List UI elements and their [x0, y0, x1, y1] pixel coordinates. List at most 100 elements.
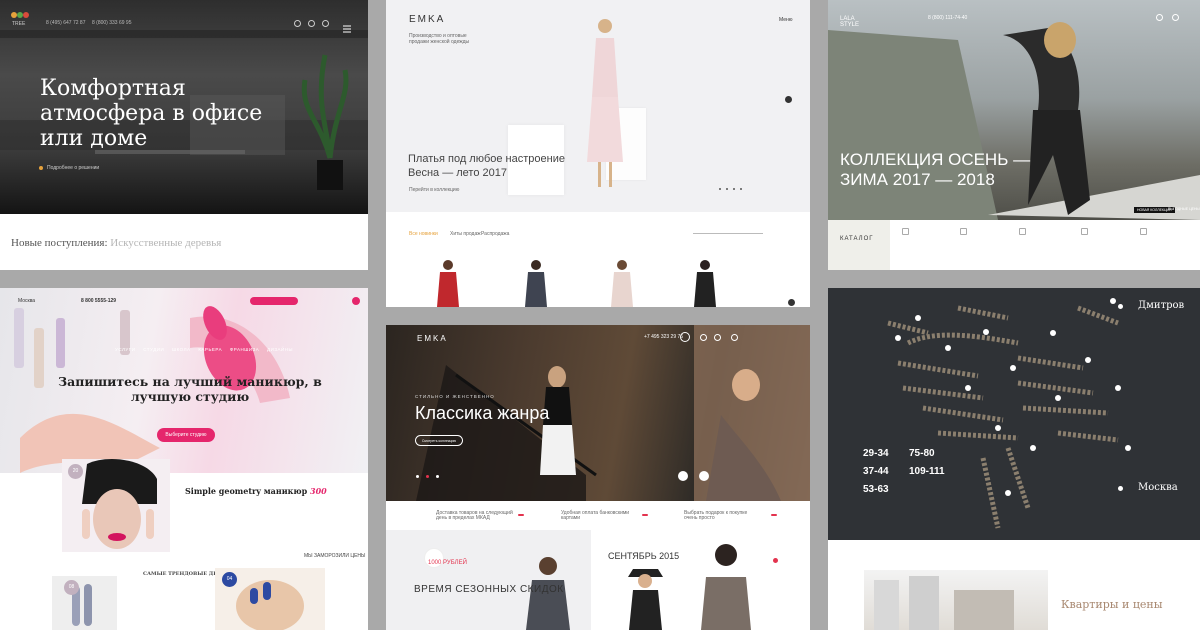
- geometry-name: Simple geometry маникюр: [185, 486, 308, 496]
- stat-value: 109-111: [909, 466, 945, 477]
- new-arrivals[interactable]: Новые поступления: Искусственные деревья: [11, 237, 221, 249]
- feature-icon: [1140, 228, 1147, 235]
- slider-dot[interactable]: [436, 475, 439, 478]
- sale-subtitle-text: 1000 РУБЛЕЙ: [428, 560, 467, 566]
- panel-office-trees: TREE 8 (495) 647 72 87 8 (800) 333 69 95…: [0, 0, 368, 270]
- menu-icon[interactable]: [343, 20, 351, 33]
- search-icon[interactable]: [294, 20, 301, 27]
- feature-icon: [902, 228, 909, 235]
- product-thumb[interactable]: [522, 258, 550, 307]
- tab-sale[interactable]: Распродажа: [481, 231, 509, 237]
- nav-dot[interactable]: [773, 558, 778, 563]
- carousel-line: [693, 233, 763, 234]
- hero-title: Комфортная атмосфера в офисе или доме: [40, 76, 263, 151]
- site-plan-map: [887, 298, 1131, 529]
- logo-text: TREE: [12, 21, 26, 27]
- feature-icon: [1081, 228, 1088, 235]
- product-thumb[interactable]: [691, 258, 719, 307]
- hero-subtitle: СТИЛЬНО И ЖЕНСТВЕННО: [415, 394, 495, 399]
- feature-gift: Выбрать подарок к покупке очень просто: [684, 510, 748, 521]
- feature-icon: [960, 228, 967, 235]
- choose-studio-button[interactable]: Выберите студию: [157, 428, 215, 442]
- september-title: СЕНТЯБРЬ 2015: [608, 551, 680, 561]
- user-icon[interactable]: [1156, 14, 1163, 21]
- product-thumb[interactable]: [434, 258, 462, 307]
- slider-dot[interactable]: [426, 475, 429, 478]
- stat-value: 75-80: [909, 448, 935, 459]
- tab-hits[interactable]: Хиты продаж: [450, 231, 481, 237]
- model-figure: [701, 544, 751, 630]
- cart-icon[interactable]: [352, 297, 360, 305]
- price-button[interactable]: ВЫГОДНЫЕ ЦЕНЫ: [1168, 207, 1200, 211]
- link-bullet-icon: [39, 166, 43, 170]
- feature-arrow-icon[interactable]: [771, 514, 777, 516]
- geometry-price: 300: [310, 486, 327, 496]
- lala-logo[interactable]: LALA STYLE: [840, 16, 859, 28]
- slider-dot[interactable]: [719, 188, 721, 190]
- cart-icon[interactable]: [1172, 14, 1179, 21]
- product-thumb[interactable]: [608, 258, 636, 307]
- heart-icon[interactable]: [731, 334, 738, 341]
- city-moscow[interactable]: Москва: [1138, 482, 1178, 493]
- tab-new[interactable]: Все новинки: [409, 231, 438, 237]
- catalog-block[interactable]: [828, 220, 890, 270]
- slider-dot[interactable]: [726, 188, 728, 190]
- stat-value: 37-44: [863, 466, 889, 477]
- tile-badge: 04: [222, 572, 237, 587]
- stat-value: 29-34: [863, 448, 889, 459]
- new-label: Новые поступления:: [11, 237, 108, 249]
- hero-link[interactable]: Перейти в коллекцию: [409, 187, 459, 193]
- panel-emka-classic: EMKA +7 495 323 29 76 СТИЛЬНО И ЖЕНСТВЕН…: [386, 325, 810, 630]
- panel-emka-dresses: EMKA Производство и оптовые продажи женс…: [386, 0, 810, 307]
- feature-icon: [1019, 228, 1026, 235]
- trendy-design-photo: [52, 576, 117, 630]
- slider-dot[interactable]: [733, 188, 735, 190]
- view-collection-button[interactable]: Смотреть коллекцию: [415, 435, 463, 446]
- edit-icon[interactable]: [785, 96, 792, 103]
- main-nav[interactable]: УСЛУГИ СТУДИИ ШКОЛА КАРЬЕРА ФРАНШИЗА ДИЗ…: [115, 347, 293, 352]
- feature-payment: Удобная оплата банковскими картами: [561, 510, 630, 521]
- next-arrow-icon[interactable]: [699, 471, 709, 481]
- hero-title: Запишитесь на лучший маникюр, в лучшую с…: [58, 374, 322, 404]
- phone[interactable]: +7 495 323 29 76: [644, 334, 683, 340]
- tile-badge: 20: [68, 464, 83, 479]
- slider-dot[interactable]: [740, 188, 742, 190]
- frozen-prices-label: МЫ ЗАМОРОЗИЛИ ЦЕНЫ: [304, 553, 366, 559]
- feature-arrow-icon[interactable]: [642, 514, 648, 516]
- search-icon[interactable]: [700, 334, 707, 341]
- cart-icon[interactable]: [322, 20, 329, 27]
- emka-logo[interactable]: EMKA: [417, 334, 448, 343]
- tagline: Производство и оптовые продажи женской о…: [409, 33, 470, 45]
- city-dmitrov[interactable]: Дмитров: [1138, 300, 1184, 311]
- sale-title: ВРЕМЯ СЕЗОННЫХ СКИДОК: [414, 584, 564, 595]
- hero-title: Платья под любое настроение Весна — лето…: [408, 153, 565, 179]
- user-icon[interactable]: [714, 334, 721, 341]
- emka-logo[interactable]: EMKA: [409, 14, 445, 25]
- new-value[interactable]: Искусственные деревья: [110, 237, 221, 249]
- panel-manicure: Москва 8 800 5555-129 УСЛУГИ СТУДИИ ШКОЛ…: [0, 288, 368, 630]
- catalog-label[interactable]: КАТАЛОГ: [840, 236, 873, 242]
- slider-dot[interactable]: [416, 475, 419, 478]
- city[interactable]: Москва: [18, 298, 35, 304]
- user-icon[interactable]: [308, 20, 315, 27]
- arrow-icon[interactable]: [1118, 304, 1123, 309]
- hero-office: TREE 8 (495) 647 72 87 8 (800) 333 69 95…: [0, 0, 368, 214]
- feature-arrow-icon[interactable]: [518, 514, 524, 516]
- site-plan-bg: 29-34 75-80 37-44 109-111 53-63 Дмитров …: [828, 288, 1200, 540]
- signup-button[interactable]: [250, 297, 298, 305]
- arrow-icon[interactable]: [1118, 486, 1123, 491]
- phone[interactable]: 8 800 5555-129: [81, 298, 116, 304]
- model-figure: [587, 19, 623, 187]
- hero-link[interactable]: Подробнее о решении: [47, 165, 99, 171]
- hero-title: КОЛЛЕКЦИЯ ОСЕНЬ — ЗИМА 2017 — 2018: [840, 150, 1031, 189]
- panel-residential: 29-34 75-80 37-44 109-111 53-63 Дмитров …: [828, 288, 1200, 630]
- edit-icon[interactable]: [788, 299, 795, 306]
- edit-icon[interactable]: [680, 332, 690, 342]
- phone[interactable]: 8 (800) 111-74-40: [928, 15, 967, 21]
- phone-1[interactable]: 8 (495) 647 72 87: [46, 20, 85, 26]
- apartments-prices[interactable]: Квартиры и цены: [1061, 598, 1163, 611]
- prev-arrow-icon[interactable]: [678, 471, 688, 481]
- menu-label[interactable]: Меню: [779, 17, 793, 23]
- phone-2[interactable]: 8 (800) 333 69 95: [92, 20, 131, 26]
- hero-title: Классика жанра: [415, 403, 550, 423]
